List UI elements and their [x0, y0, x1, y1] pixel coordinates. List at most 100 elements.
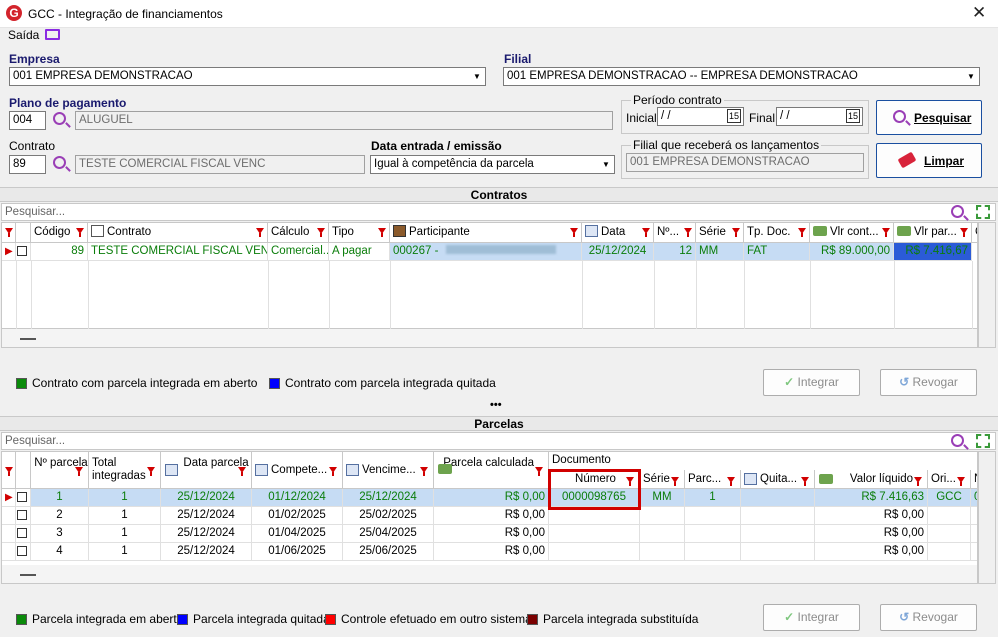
cell-data-parcela: 25/12/2024 — [161, 543, 252, 561]
cell-vlr-cont: R$ 89.000,00 — [810, 243, 894, 261]
contratos-grid: Código Contrato Cálculo Tipo Participant… — [1, 222, 978, 348]
integrar-parcelas-button[interactable]: ✓ Integrar — [763, 604, 860, 631]
cell-origem: GCC — [928, 489, 971, 507]
contrato-desc-field: TESTE COMERCIAL FISCAL VENC — [75, 155, 365, 174]
menu-bar: Saída — [0, 28, 998, 48]
menu-saida[interactable]: Saída — [8, 28, 39, 42]
splitter-handle[interactable]: ••• — [490, 399, 502, 411]
cell-total: 1 — [89, 525, 161, 543]
header-tipo[interactable]: Tipo — [329, 223, 390, 243]
search-icon[interactable] — [53, 156, 66, 169]
expand-icon[interactable] — [976, 205, 990, 219]
check-icon: ✓ — [784, 610, 795, 624]
expand-icon[interactable] — [976, 434, 990, 448]
cell-parcela-calculada: R$ 0,00 — [434, 507, 549, 525]
search-icon[interactable] — [951, 434, 964, 447]
header-contrato[interactable]: Contrato — [88, 223, 268, 243]
row-checkbox[interactable] — [16, 489, 31, 507]
close-icon[interactable]: ✕ — [972, 3, 986, 23]
cell-serie — [640, 525, 685, 543]
revogar-parcelas-button[interactable]: ↺ Revogar — [880, 604, 977, 631]
monitor-icon[interactable] — [45, 29, 60, 40]
header-indicator — [2, 452, 16, 489]
cell-serie — [640, 507, 685, 525]
cell-competencia: 01/04/2025 — [252, 525, 343, 543]
legend-swatch — [16, 614, 27, 625]
cell-competencia: 01/06/2025 — [252, 543, 343, 561]
grid-empty-area — [2, 261, 977, 329]
header-codigo[interactable]: Código — [31, 223, 88, 243]
money-icon — [819, 474, 833, 484]
horizontal-scrollbar[interactable] — [2, 565, 977, 583]
header-num[interactable]: Nº... — [654, 223, 696, 243]
calendar-icon[interactable]: 15 — [845, 109, 860, 123]
data-entrada-label: Data entrada / emissão — [371, 139, 502, 153]
filial-select[interactable]: 001 EMPRESA DEMONSTRACAO -- EMPRESA DEMO… — [503, 67, 980, 86]
header-calculo[interactable]: Cálculo — [268, 223, 329, 243]
chevron-down-icon[interactable]: ▼ — [469, 68, 485, 85]
vertical-scrollbar[interactable] — [978, 451, 996, 584]
vertical-scrollbar[interactable] — [978, 222, 996, 348]
plano-code-input[interactable]: 004 — [9, 111, 46, 130]
header-n[interactable]: N — [971, 470, 977, 489]
row-checkbox[interactable] — [16, 507, 31, 525]
header-serie[interactable]: Série — [696, 223, 744, 243]
search-icon[interactable] — [951, 205, 964, 218]
final-label: Final — [749, 111, 776, 125]
contrato-code-input[interactable]: 89 — [9, 155, 46, 174]
header-vlr-cont[interactable]: Vlr cont... — [810, 223, 894, 243]
header-data[interactable]: Data — [582, 223, 654, 243]
check-icon: ✓ — [784, 375, 795, 389]
empresa-label: Empresa — [9, 52, 60, 66]
inicial-date-input[interactable]: / /15 — [657, 107, 744, 126]
final-date-input[interactable]: / /15 — [776, 107, 863, 126]
header-tpdoc[interactable]: Tp. Doc. — [744, 223, 810, 243]
cell-data-parcela: 25/12/2024 — [161, 507, 252, 525]
cell-parcela-calculada: R$ 0,00 — [434, 525, 549, 543]
cell-origem — [928, 543, 971, 561]
header-vlr-par[interactable]: Vlr par... — [894, 223, 972, 243]
cell-vencimento: 25/06/2025 — [343, 543, 434, 561]
parcelas-search-input[interactable]: Pesquisar... — [1, 432, 996, 450]
search-icon[interactable] — [53, 112, 66, 125]
revogar-contratos-button[interactable]: ↺ Revogar — [880, 369, 977, 396]
contratos-search-input[interactable]: Pesquisar... — [1, 203, 996, 221]
plano-desc-field: ALUGUEL — [75, 111, 613, 130]
cell-vencimento: 25/04/2025 — [343, 525, 434, 543]
row-checkbox[interactable] — [16, 525, 31, 543]
cell-num-parcela: 2 — [31, 507, 89, 525]
filial-receb-label: Filial que receberá os lançamentos — [631, 138, 822, 152]
cell-data-parcela: 25/12/2024 — [161, 489, 252, 507]
limpar-button[interactable]: Limpar — [876, 143, 982, 178]
header-check — [16, 223, 31, 243]
app-logo-icon: G — [6, 5, 22, 21]
header-documento-group: Documento — [549, 452, 977, 470]
header-participante[interactable]: Participante — [390, 223, 582, 243]
cell-numero — [549, 525, 640, 543]
integrar-contratos-button[interactable]: ✓ Integrar — [763, 369, 860, 396]
cell-serie: MM — [640, 489, 685, 507]
row-checkbox[interactable] — [16, 543, 31, 561]
pesquisar-button[interactable]: Pesquisar — [876, 100, 982, 135]
cell-contrato: TESTE COMERCIAL FISCAL VENC — [88, 243, 268, 261]
data-entrada-select[interactable]: Igual à competência da parcela ▼ — [370, 155, 615, 174]
legend-swatch — [527, 614, 538, 625]
calendar-icon[interactable]: 15 — [726, 109, 741, 123]
cell-num-parcela: 3 — [31, 525, 89, 543]
cell-n — [971, 525, 977, 543]
row-checkbox[interactable] — [16, 243, 31, 261]
cell-n — [971, 507, 977, 525]
title-bar: G GCC - Integração de financiamentos ✕ — [0, 0, 998, 28]
plano-label: Plano de pagamento — [9, 96, 127, 110]
cell-codigo: 89 — [31, 243, 88, 261]
row-indicator — [2, 543, 16, 561]
cell-competencia: 01/12/2024 — [252, 489, 343, 507]
cell-quita — [741, 489, 815, 507]
horizontal-scrollbar[interactable] — [2, 329, 977, 347]
chevron-down-icon[interactable]: ▼ — [598, 156, 614, 173]
cell-num-parcela: 1 — [31, 489, 89, 507]
chevron-down-icon[interactable]: ▼ — [963, 68, 979, 85]
cell-num: 12 — [654, 243, 696, 261]
eraser-icon — [897, 151, 917, 169]
empresa-select[interactable]: 001 EMPRESA DEMONSTRACAO ▼ — [9, 67, 486, 86]
